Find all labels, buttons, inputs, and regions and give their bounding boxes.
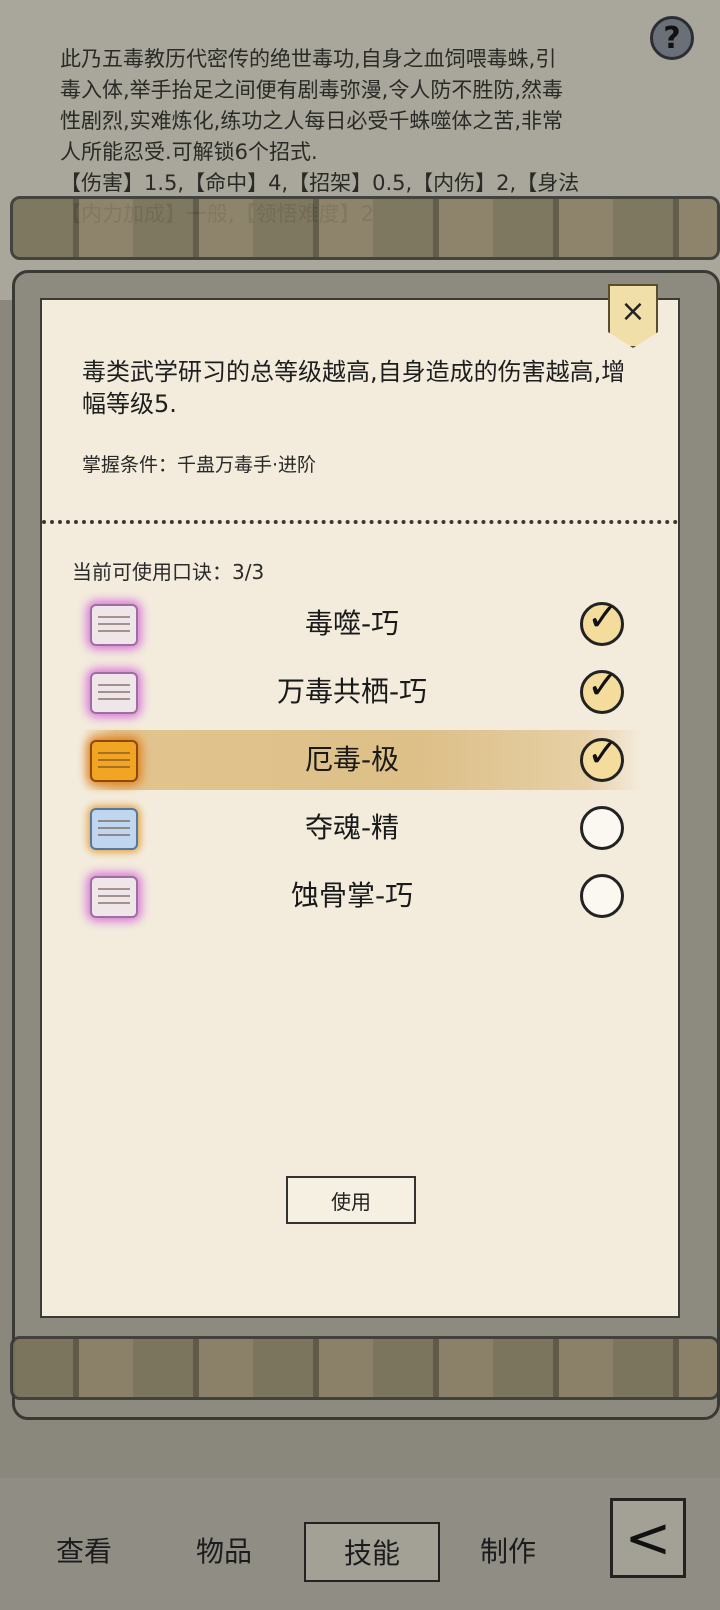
scroll-roller-bottom <box>10 1336 720 1400</box>
skill-checkbox[interactable] <box>580 806 624 850</box>
skill-row[interactable]: 万毒共栖-巧 ✓ <box>82 662 642 722</box>
scroll-icon <box>90 876 138 918</box>
skill-row[interactable]: 蚀骨掌-巧 <box>82 866 642 926</box>
scroll-icon <box>90 672 138 714</box>
tab-skills[interactable]: 技能 <box>304 1522 440 1582</box>
skill-name: 蚀骨掌-巧 <box>290 879 414 912</box>
skill-row-selected[interactable]: 厄毒-极 ✓ <box>82 730 642 790</box>
scroll-icon <box>90 740 138 782</box>
skill-name: 毒噬-巧 <box>304 607 400 640</box>
scroll-roller-top <box>10 196 720 260</box>
tab-craft[interactable]: 制作 <box>448 1522 568 1582</box>
scroll-icon <box>90 808 138 850</box>
check-icon: ✓ <box>587 595 619 639</box>
skill-description: 毒类武学研习的总等级越高,自身造成的伤害越高,增幅等级5. <box>82 358 626 418</box>
tab-view[interactable]: 查看 <box>24 1522 144 1582</box>
skill-row[interactable]: 夺魂-精 <box>82 798 642 858</box>
use-button[interactable]: 使用 <box>286 1176 416 1224</box>
skill-name: 万毒共栖-巧 <box>276 675 428 708</box>
check-icon: ✓ <box>587 663 619 707</box>
skill-checkbox[interactable] <box>580 874 624 918</box>
scroll-icon <box>90 604 138 646</box>
tab-items[interactable]: 物品 <box>164 1522 284 1582</box>
check-icon: ✓ <box>587 731 619 775</box>
back-button[interactable]: < <box>610 1498 686 1578</box>
skill-checkbox[interactable]: ✓ <box>580 731 624 782</box>
divider <box>42 520 678 524</box>
back-icon: < <box>624 1505 672 1571</box>
close-icon: × <box>620 294 646 329</box>
requirement-text: 掌握条件：千蛊万毒手·进阶 <box>82 454 317 476</box>
skill-name: 夺魂-精 <box>304 811 400 844</box>
skill-checkbox[interactable]: ✓ <box>580 663 624 714</box>
skill-checkbox[interactable]: ✓ <box>580 595 624 646</box>
skill-row[interactable]: 毒噬-巧 ✓ <box>82 594 642 654</box>
usable-count: 当前可使用口诀：3/3 <box>72 560 265 584</box>
help-icon: ? <box>663 20 681 56</box>
help-button[interactable]: ? <box>650 16 694 60</box>
skill-name: 厄毒-极 <box>304 743 400 776</box>
